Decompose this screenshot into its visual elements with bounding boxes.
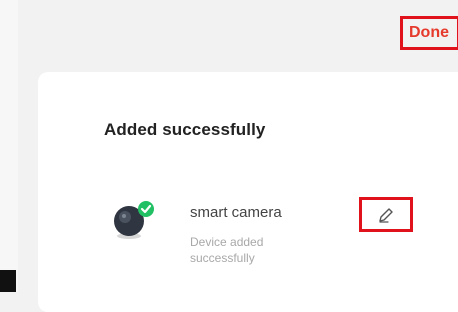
dark-block xyxy=(0,270,16,292)
check-badge-icon xyxy=(138,201,154,217)
device-name: smart camera xyxy=(190,204,282,221)
result-card: Added successfully smart camera Device a… xyxy=(38,72,458,312)
card-title: Added successfully xyxy=(104,120,266,139)
pencil-icon xyxy=(379,207,393,223)
edit-name-button[interactable] xyxy=(359,197,413,232)
left-edge-strip xyxy=(0,0,18,292)
done-button[interactable]: Done xyxy=(400,16,458,50)
device-image xyxy=(110,200,156,240)
done-label: Done xyxy=(409,24,449,41)
smart-camera-icon xyxy=(114,201,154,239)
device-status: Device added successfully xyxy=(190,235,264,265)
